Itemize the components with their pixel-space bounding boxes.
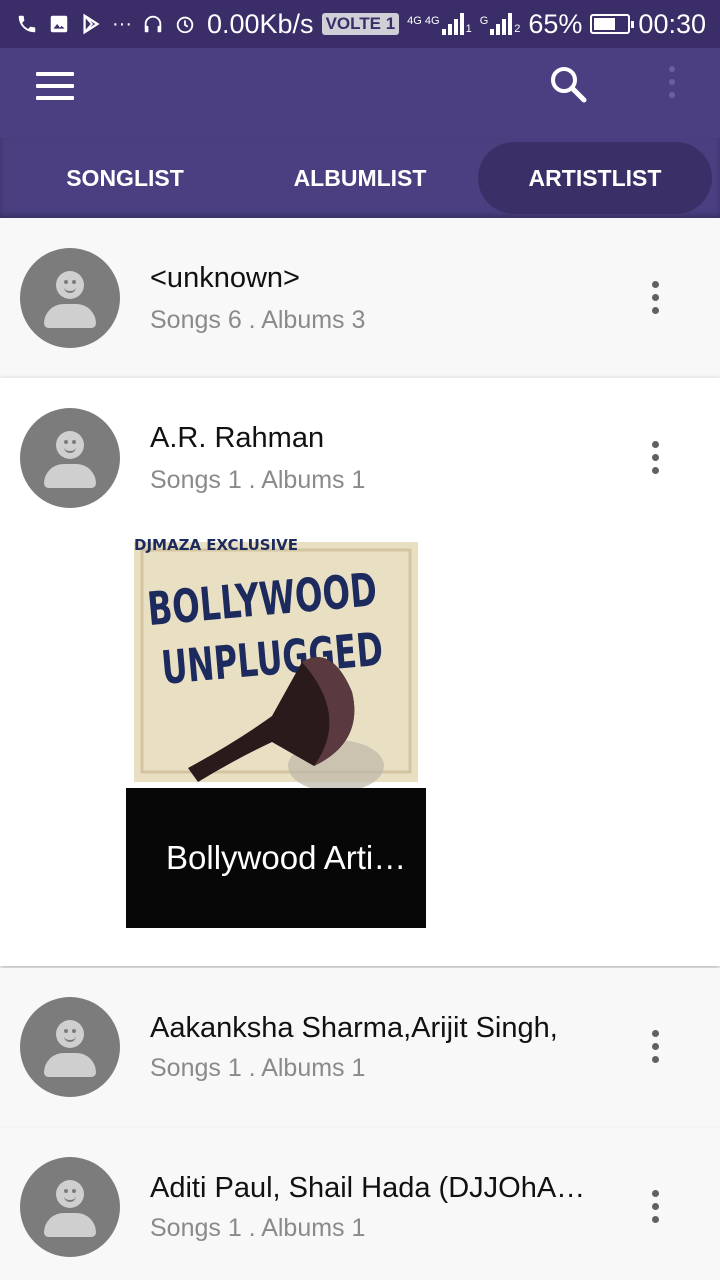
item-overflow-menu-icon[interactable] bbox=[640, 278, 672, 318]
list-item[interactable]: Aakanksha Sharma,Arijit Singh, Songs 1 .… bbox=[0, 968, 720, 1126]
avatar bbox=[20, 1157, 120, 1257]
artist-meta: Songs 6 . Albums 3 bbox=[150, 306, 366, 334]
tab-label: ALBUMLIST bbox=[293, 164, 427, 191]
tab-artistlist[interactable]: ARTISTLIST bbox=[478, 142, 712, 214]
artist-meta: Songs 1 . Albums 1 bbox=[150, 466, 366, 494]
tab-songlist[interactable]: SONGLIST bbox=[0, 142, 250, 214]
status-right: 0.00Kb/s VOLTE 1 4G 4G 1 G 2 65% 00:30 bbox=[207, 0, 706, 48]
artist-name: A.R. Rahman bbox=[150, 422, 325, 454]
overflow-menu-icon[interactable] bbox=[660, 64, 684, 104]
item-overflow-menu-icon[interactable] bbox=[640, 1187, 672, 1227]
image-icon bbox=[50, 15, 68, 33]
cover-label: DJMAZA EXCLUSIVE bbox=[134, 536, 298, 554]
item-overflow-menu-icon[interactable] bbox=[640, 438, 672, 478]
status-bar: ··· 0.00Kb/s VOLTE 1 4G 4G 1 G 2 65% 00:… bbox=[0, 0, 720, 48]
avatar bbox=[20, 997, 120, 1097]
search-icon[interactable] bbox=[546, 62, 590, 106]
network-speed: 0.00Kb/s bbox=[206, 8, 314, 39]
battery-icon bbox=[590, 14, 635, 34]
clock: 00:30 bbox=[638, 8, 706, 39]
artist-name: <unknown> bbox=[150, 262, 300, 294]
tab-bar: SONGLIST ALBUMLIST ARTISTLIST bbox=[0, 138, 720, 218]
tab-label: ARTISTLIST bbox=[528, 164, 662, 191]
artist-meta: Songs 1 . Albums 1 bbox=[150, 1214, 366, 1242]
status-left-icons: ··· bbox=[16, 0, 196, 48]
artist-name: Aakanksha Sharma,Arijit Singh, bbox=[150, 1012, 558, 1044]
sim2-signal-icon: G 2 bbox=[479, 13, 521, 35]
album-title: Bollywood Arti… bbox=[126, 788, 426, 928]
play-store-icon bbox=[83, 13, 100, 35]
album-card[interactable]: DJMAZA EXCLUSIVE BOLLYWOOD UNPLUGGED Bol… bbox=[126, 528, 426, 928]
tab-label: SONGLIST bbox=[66, 164, 184, 191]
alarm-icon bbox=[176, 16, 194, 34]
artist-name: Aditi Paul, Shail Hada (DJJOhA… bbox=[150, 1172, 586, 1204]
battery-percent: 65% bbox=[528, 8, 583, 39]
more-notifications-icon: ··· bbox=[112, 12, 132, 35]
list-item[interactable]: Aditi Paul, Shail Hada (DJJOhA… Songs 1 … bbox=[0, 1128, 720, 1280]
hamburger-menu-icon[interactable] bbox=[36, 70, 76, 104]
tab-albumlist[interactable]: ALBUMLIST bbox=[240, 142, 480, 214]
item-overflow-menu-icon[interactable] bbox=[640, 1027, 672, 1067]
headphones-icon bbox=[144, 15, 162, 33]
avatar bbox=[20, 408, 120, 508]
album-cover-image: DJMAZA EXCLUSIVE BOLLYWOOD UNPLUGGED bbox=[126, 528, 426, 788]
phone-icon bbox=[18, 15, 36, 33]
sim1-signal-icon: 4G 4G 1 bbox=[407, 13, 472, 35]
avatar bbox=[20, 248, 120, 348]
app-bar bbox=[0, 48, 720, 138]
list-item-expanded[interactable]: A.R. Rahman Songs 1 . Albums 1 DJMAZA EX… bbox=[0, 378, 720, 966]
list-item[interactable]: <unknown> Songs 6 . Albums 3 bbox=[0, 218, 720, 376]
volte-badge: VOLTE 1 bbox=[321, 13, 400, 35]
artist-meta: Songs 1 . Albums 1 bbox=[150, 1054, 366, 1082]
